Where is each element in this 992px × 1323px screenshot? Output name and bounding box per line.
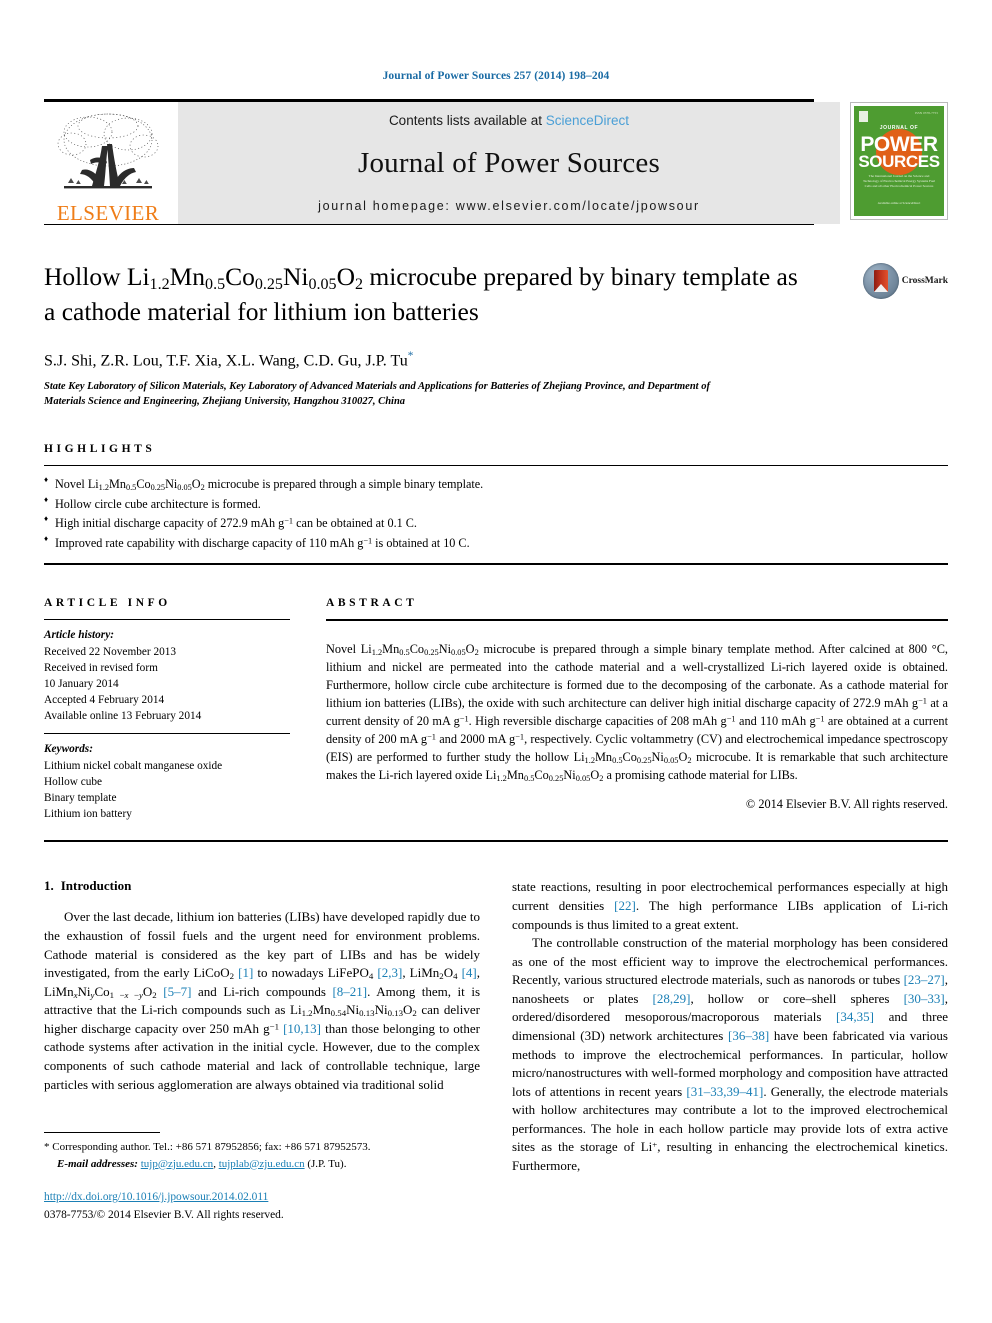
section-heading-introduction: 1. Introduction: [44, 878, 480, 894]
intro-paragraph-1-cont: state reactions, resulting in poor elect…: [512, 879, 948, 932]
section-name: Introduction: [60, 878, 132, 894]
corresponding-line: * Corresponding author. Tel.: +86 571 87…: [44, 1141, 371, 1154]
crossmark-badge[interactable]: CrossMark: [862, 263, 948, 299]
highlights-bottom-rule: [44, 563, 948, 566]
journal-cover-art: ISSN 0378-7753 JOURNAL OF POWER SOURCES …: [854, 106, 944, 216]
keyword-item: Hollow cube: [44, 776, 103, 789]
intro-paragraph-1: Over the last decade, lithium ion batter…: [44, 909, 481, 1092]
masthead-bottom-rule: [44, 224, 814, 225]
sciencedirect-link[interactable]: ScienceDirect: [546, 113, 629, 128]
highlights-section: HIGHLIGHTS Novel Li1.2Mn0.5Co0.25Ni0.05O…: [44, 442, 948, 566]
email-suffix: (J.P. Tu).: [307, 1157, 347, 1170]
highlights-heading: HIGHLIGHTS: [44, 442, 156, 455]
history-line: Received in revised form: [44, 662, 158, 675]
history-line: Available online 13 February 2014: [44, 710, 202, 723]
footnote-block: * Corresponding author. Tel.: +86 571 87…: [44, 1132, 480, 1224]
keywords-block: Keywords: Lithium nickel cobalt manganes…: [44, 734, 290, 822]
email-line: E-mail addresses: tujp@zju.edu.cn, tujpl…: [57, 1157, 347, 1170]
cover-sources-word: SOURCES: [858, 152, 940, 171]
elsevier-wordmark: ELSEVIER: [56, 201, 160, 225]
cover-footer-text: Available online at ScienceDirect: [877, 200, 921, 205]
footnote-divider: [44, 1132, 160, 1134]
email-link-1[interactable]: tujp@zju.edu.cn: [141, 1158, 213, 1170]
corresponding-author-note: * Corresponding author. Tel.: +86 571 87…: [44, 1139, 480, 1172]
title-seg-4: Ni: [282, 262, 309, 291]
elsevier-logo: ELSEVIER: [44, 102, 172, 224]
abstract-heading: ABSTRACT: [326, 597, 418, 610]
highlight-item: High initial discharge capacity of 272.9…: [44, 513, 948, 534]
title-seg-5: O: [336, 262, 355, 291]
crossmark-label: CrossMark: [901, 276, 948, 286]
journal-masthead: ELSEVIER Contents lists available at Sci…: [44, 102, 948, 224]
title-sub-3: 0.25: [254, 276, 283, 294]
article-info-section: ARTICLE INFO Article history: Received 2…: [44, 597, 290, 822]
intro-paragraph-2: The controllable construction of the mat…: [512, 935, 948, 1174]
keyword-item: Lithium ion battery: [44, 808, 132, 821]
cover-top-text: ISSN 0378-7753: [914, 111, 938, 115]
corresponding-author-marker: *: [407, 350, 414, 363]
abstract-bottom-rule: [44, 840, 948, 843]
journal-cover-thumbnail[interactable]: ISSN 0378-7753 JOURNAL OF POWER SOURCES …: [850, 102, 948, 220]
abstract-text: Novel Li1.2Mn0.5Co0.25Ni0.05O2 microcube…: [326, 642, 948, 783]
article-info-heading: ARTICLE INFO: [44, 597, 171, 610]
keywords-label: Keywords:: [44, 743, 93, 756]
doi-block: http://dx.doi.org/10.1016/j.jpowsour.201…: [44, 1189, 480, 1224]
cover-subtitle: The International Journal on the Science…: [862, 174, 936, 189]
article-history: Article history: Received 22 November 20…: [44, 620, 290, 733]
paper-page: Journal of Power Sources 257 (2014) 198–…: [0, 0, 992, 1323]
email-label: E-mail addresses:: [57, 1157, 138, 1170]
body-columns: 1. Introduction Over the last decade, lit…: [44, 878, 948, 1224]
author-list: S.J. Shi, Z.R. Lou, T.F. Xia, X.L. Wang,…: [44, 350, 948, 370]
page-title: Hollow Li1.2Mn0.5Co0.25Ni0.05O2 microcub…: [44, 261, 804, 328]
body-column-left: 1. Introduction Over the last decade, lit…: [44, 878, 480, 1224]
journal-band: Contents lists available at ScienceDirec…: [178, 102, 840, 224]
affiliation: State Key Laboratory of Silicon Material…: [44, 380, 710, 407]
contents-available-line: Contents lists available at ScienceDirec…: [389, 113, 629, 128]
abstract-rule: [326, 619, 948, 622]
info-abstract-row: ARTICLE INFO Article history: Received 2…: [44, 597, 948, 822]
title-block: CrossMark Hollow Li1.2Mn0.5Co0.25Ni0.05O…: [44, 261, 948, 409]
crossmark-icon: [862, 263, 899, 299]
title-sub-2: 0.5: [205, 276, 226, 294]
journal-homepage-line[interactable]: journal homepage: www.elsevier.com/locat…: [318, 199, 700, 213]
title-seg-2: Mn: [169, 262, 206, 291]
running-head: Journal of Power Sources 257 (2014) 198–…: [382, 70, 610, 82]
body-column-right: state reactions, resulting in poor elect…: [512, 878, 948, 1224]
title-sub-4: 0.05: [308, 276, 337, 294]
keyword-item: Binary template: [44, 792, 117, 805]
journal-title: Journal of Power Sources: [358, 147, 660, 179]
issn-copyright-line: 0378-7753/© 2014 Elsevier B.V. All right…: [44, 1208, 284, 1221]
title-seg-6: microcube prepared by binary template as…: [44, 262, 798, 326]
abstract-section: ABSTRACT Novel Li1.2Mn0.5Co0.25Ni0.05O2 …: [326, 597, 948, 822]
title-seg-1: Hollow Li: [44, 262, 150, 291]
keyword-item: Lithium nickel cobalt manganese oxide: [44, 760, 223, 773]
contents-prefix: Contents lists available at: [388, 113, 546, 128]
history-line: Received 22 November 2013: [44, 646, 177, 659]
history-line: Accepted 4 February 2014: [44, 694, 165, 707]
highlights-list: Novel Li1.2Mn0.5Co0.25Ni0.05O2 microcube…: [44, 466, 948, 563]
crossmark-book-shape: [873, 270, 888, 292]
email-link-2[interactable]: tujplab@zju.edu.cn: [219, 1158, 305, 1170]
highlight-item: Novel Li1.2Mn0.5Co0.25Ni0.05O2 microcube…: [44, 474, 948, 495]
title-seg-3: Co: [225, 262, 255, 291]
elsevier-tree-icon: [57, 113, 159, 189]
author-names: S.J. Shi, Z.R. Lou, T.F. Xia, X.L. Wang,…: [44, 352, 408, 370]
article-history-label: Article history:: [44, 629, 114, 642]
cover-elsevier-mark-icon: [859, 111, 868, 122]
title-sub-1: 1.2: [149, 276, 170, 294]
highlight-item: Hollow circle cube architecture is forme…: [44, 494, 948, 515]
copyright-line: © 2014 Elsevier B.V. All rights reserved…: [745, 797, 948, 812]
highlight-item: Improved rate capability with discharge …: [44, 533, 948, 554]
history-line: 10 January 2014: [44, 678, 119, 691]
section-number: 1.: [44, 878, 54, 894]
doi-link[interactable]: http://dx.doi.org/10.1016/j.jpowsour.201…: [44, 1191, 268, 1203]
title-sub-5: 2: [354, 276, 364, 294]
